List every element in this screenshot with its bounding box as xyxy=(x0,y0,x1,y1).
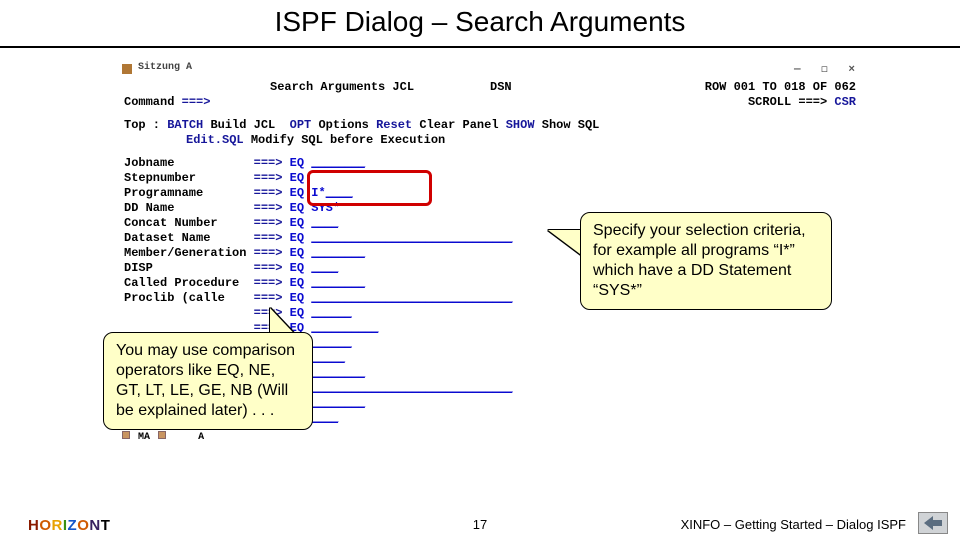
panel-title: Search Arguments JCL xyxy=(270,80,414,95)
field-value[interactable]: _____ xyxy=(311,351,345,365)
field-label xyxy=(124,306,254,320)
menu-reset[interactable]: Reset xyxy=(376,118,412,132)
field-arrow: ===> xyxy=(254,261,290,275)
page-number: 17 xyxy=(473,517,487,532)
back-button[interactable] xyxy=(918,512,948,534)
field-value[interactable]: ______________________________ xyxy=(311,291,512,305)
field-row: Dataset Name ===> EQ ___________________… xyxy=(124,231,512,246)
field-label: Dataset Name xyxy=(124,231,254,245)
menu-clear-panel[interactable]: Clear Panel xyxy=(419,118,498,132)
field-label: DD Name xyxy=(124,201,254,215)
field-row: Member/Generation ===> EQ ________ xyxy=(124,246,512,261)
status-b: A xyxy=(198,432,204,443)
field-arrow: ===> xyxy=(254,156,290,170)
menu-edit-sql[interactable]: Edit.SQL xyxy=(186,133,244,147)
field-arrow: ===> xyxy=(254,246,290,260)
status-a: MA xyxy=(138,432,150,443)
field-label: DISP xyxy=(124,261,254,275)
field-arrow: ===> xyxy=(254,171,290,185)
status-bar: MA A xyxy=(120,430,864,444)
field-value[interactable]: ____ xyxy=(311,216,338,230)
field-arrow: ===> xyxy=(254,276,290,290)
field-value[interactable]: ________ xyxy=(311,276,365,290)
field-value[interactable]: ____ xyxy=(311,261,338,275)
field-op[interactable]: EQ xyxy=(290,276,312,290)
field-row: Jobname ===> EQ ________ xyxy=(124,156,512,171)
callout-left: You may use comparison operators like EQ… xyxy=(103,332,313,430)
field-row: DISP ===> EQ ____ xyxy=(124,261,512,276)
field-value[interactable]: ________ xyxy=(311,366,365,380)
field-op[interactable]: EQ xyxy=(290,231,312,245)
field-row: Called Procedure ===> EQ ________ xyxy=(124,276,512,291)
menu-opt[interactable]: OPT xyxy=(290,118,312,132)
command-arrow: ===> xyxy=(182,95,211,109)
field-label: Called Procedure xyxy=(124,276,254,290)
red-highlight-box xyxy=(307,170,432,206)
menu-build-jcl[interactable]: Build JCL xyxy=(210,118,275,132)
field-arrow: ===> xyxy=(254,231,290,245)
app-icon xyxy=(122,64,132,74)
status-icon-1 xyxy=(122,431,130,439)
field-label: Jobname xyxy=(124,156,254,170)
arrow-left-icon xyxy=(924,516,942,530)
menu-batch[interactable]: BATCH xyxy=(167,118,203,132)
field-op[interactable]: EQ xyxy=(290,246,312,260)
field-value[interactable]: ________ xyxy=(311,396,365,410)
menu-show-sql[interactable]: Show SQL xyxy=(542,118,600,132)
field-label: Programname xyxy=(124,186,254,200)
menu-modify-sql[interactable]: Modify SQL before Execution xyxy=(251,133,445,147)
field-arrow: ===> xyxy=(254,291,290,305)
field-label: Member/Generation xyxy=(124,246,254,260)
scroll-label: SCROLL ===> xyxy=(748,95,827,109)
brand-logo: HORIZONT xyxy=(28,517,110,534)
field-value[interactable]: __________ xyxy=(311,321,378,335)
field-arrow: ===> xyxy=(254,201,290,215)
row-info: ROW 001 TO 018 OF 062 xyxy=(705,80,856,95)
field-label: Proclib (calle xyxy=(124,291,254,305)
field-row: Concat Number ===> EQ ____ xyxy=(124,216,512,231)
title-rule xyxy=(0,46,960,48)
field-label: Concat Number xyxy=(124,216,254,230)
field-value[interactable]: ______________________________ xyxy=(311,381,512,395)
field-op[interactable]: EQ xyxy=(290,156,312,170)
menu-bar: Top : BATCH Build JCL OPT Options Reset … xyxy=(124,118,599,148)
field-value[interactable]: ____ xyxy=(311,411,338,425)
window-controls: — ◻ × xyxy=(788,62,862,76)
field-arrow: ===> xyxy=(254,216,290,230)
field-value[interactable]: ________ xyxy=(311,246,365,260)
field-op[interactable]: EQ xyxy=(290,291,312,305)
field-op[interactable]: EQ xyxy=(290,216,312,230)
app-title: Sitzung A xyxy=(138,62,192,73)
status-icon-2 xyxy=(158,431,166,439)
minimize-icon[interactable]: — xyxy=(794,64,802,76)
doc-title: XINFO – Getting Started – Dialog ISPF xyxy=(681,517,906,532)
slide-title: ISPF Dialog – Search Arguments xyxy=(0,0,960,46)
field-value[interactable]: ______________________________ xyxy=(311,231,512,245)
field-arrow: ===> xyxy=(254,186,290,200)
scroll-value[interactable]: CSR xyxy=(834,95,856,109)
field-op[interactable]: EQ xyxy=(290,261,312,275)
close-icon[interactable]: × xyxy=(848,64,856,76)
menu-options[interactable]: Options xyxy=(318,118,368,132)
maximize-icon[interactable]: ◻ xyxy=(821,64,829,76)
field-value[interactable]: ______ xyxy=(311,336,351,350)
menu-top-label: Top : xyxy=(124,118,160,132)
terminal-title-bar: Sitzung A — ◻ × xyxy=(120,62,864,76)
field-row: Proclib (calle ===> EQ _________________… xyxy=(124,291,512,306)
panel-context: DSN xyxy=(490,80,512,95)
field-value[interactable]: ________ xyxy=(311,156,365,170)
command-label: Command xyxy=(124,95,174,109)
field-value[interactable]: ______ xyxy=(311,306,351,320)
field-row: ===> EQ ______ xyxy=(124,306,512,321)
field-label: Stepnumber xyxy=(124,171,254,185)
menu-show[interactable]: SHOW xyxy=(506,118,535,132)
callout-right: Specify your selection criteria, for exa… xyxy=(580,212,832,310)
